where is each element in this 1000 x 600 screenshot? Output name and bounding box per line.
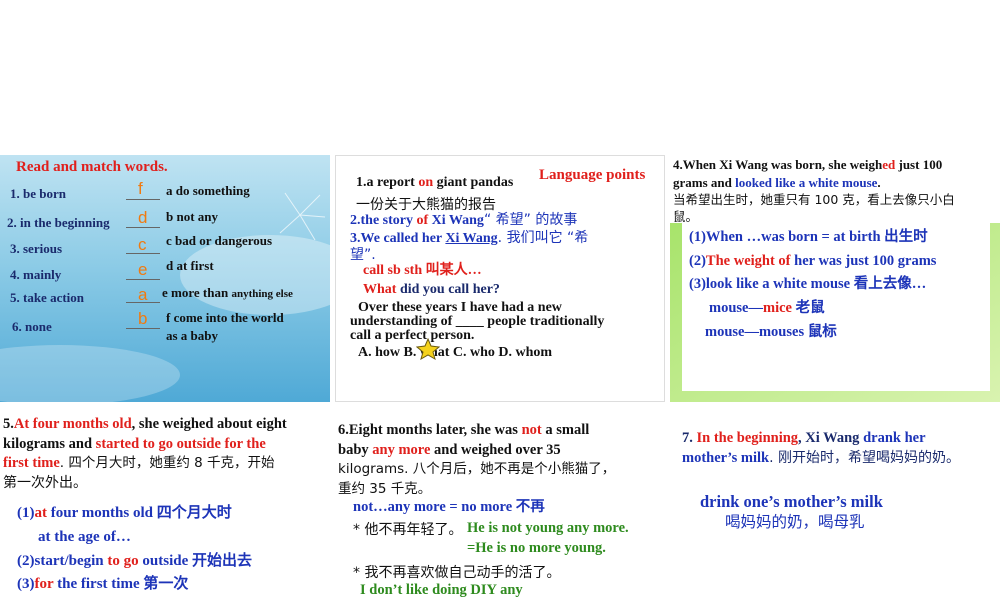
language-points-heading: Language points xyxy=(539,167,646,183)
star-icon xyxy=(416,338,440,360)
point-4-cn-1: 当希望出生时，她重只有 100 克，看上去像只小白 xyxy=(673,192,955,207)
beginning-panel: 7. In the beginning, Xi Wang drank her m… xyxy=(670,408,1000,600)
answer-diy: I don’t like doing DIY any xyxy=(360,582,523,598)
answer-blank xyxy=(126,199,160,200)
answer-blank xyxy=(126,328,160,329)
note-weight: (2)The weight of her was just 100 grams xyxy=(689,253,937,269)
exercise-line-3: call a perfect person. xyxy=(350,328,475,343)
answer-2: d xyxy=(138,208,148,227)
phrase-call: call sb sth 叫某人… xyxy=(363,263,482,278)
note-start-to-go: (2)start/begin to go outside 开始出去 xyxy=(17,553,252,569)
answer-blank xyxy=(126,227,160,228)
definition-a: a do something xyxy=(166,183,250,198)
note-four-months: (1)at four months old 四个月大时 xyxy=(17,505,232,521)
point-2: 2.the story of Xi Wang“ 希望” 的故事 xyxy=(350,212,578,228)
point-4-line-2: grams and looked like a white mouse. xyxy=(673,175,881,190)
point-4-line-1: 4.When Xi Wang was born, she weighed jus… xyxy=(673,157,943,172)
question-what: What did you call her? xyxy=(363,282,500,297)
note-no-more: not…any more = no more 不再 xyxy=(353,499,545,515)
point-1-cn: 一份关于大熊猫的报告 xyxy=(356,197,496,213)
eight-months-panel: 6.Eight months later, she was not a smal… xyxy=(335,408,665,600)
point-7-line-2: mother’s milk. 刚开始时，希望喝妈妈的奶。 xyxy=(682,450,961,466)
point-5-line-4: 第一次外出。 xyxy=(3,475,87,491)
point-3-cont: 望”. xyxy=(350,247,376,263)
answer-young-1: He is not young any more. xyxy=(467,520,629,536)
point-5-line-3: first time. 四个月大时，她重约 8 千克，开始 xyxy=(3,455,275,471)
point-1: 1.a report on giant pandas xyxy=(356,175,514,190)
point-7-line-1: 7. In the beginning, Xi Wang drank her xyxy=(682,430,926,446)
answer-1: f xyxy=(138,179,143,198)
definition-b: b not any xyxy=(166,209,219,224)
definition-f: f come into the world xyxy=(166,310,284,325)
language-points-panel: Language points 1.a report on giant pand… xyxy=(335,155,665,402)
point-6-line-4: 重约 35 千克。 xyxy=(338,481,432,497)
match-panel: Read and match words. 1. be born 2. in t… xyxy=(0,155,330,402)
note-drink-milk-cn: 喝妈妈的奶，喝母乳 xyxy=(725,513,865,531)
note-look-like: (3)look like a white mouse 看上去像… xyxy=(689,276,927,292)
answer-blank xyxy=(126,279,160,280)
note-mouses: mouse—mouses 鼠标 xyxy=(705,324,837,340)
match-term-1: 1. be born xyxy=(10,186,66,201)
note-mice: mouse—mice 老鼠 xyxy=(709,300,825,316)
note-at-birth: (1)When …was born = at birth 出生时 xyxy=(689,229,928,245)
exercise-diy: * 我不再喜欢做自己动手的活了。 xyxy=(353,565,561,581)
note-age-of: at the age of… xyxy=(38,529,131,545)
four-months-panel: 5.At four months old, she weighed about … xyxy=(0,408,330,600)
exercise-young: * 他不再年轻了。 xyxy=(353,522,463,538)
definition-e: e more than anything else xyxy=(162,285,293,300)
point-6-line-3: kilograms. 八个月后，她不再是个小熊猫了， xyxy=(338,461,616,477)
match-term-5: 5. take action xyxy=(10,290,85,305)
match-term-4: 4. mainly xyxy=(10,267,62,282)
definition-f-cont: as a baby xyxy=(166,328,219,343)
definition-c: c bad or dangerous xyxy=(166,233,273,248)
answer-3: c xyxy=(138,235,147,254)
point-3: 3.We called her Xi Wang. 我们叫它 “希 xyxy=(350,230,589,246)
match-term-6: 6. none xyxy=(12,319,52,334)
point-6-line-1: 6.Eight months later, she was not a smal… xyxy=(338,422,590,438)
match-title: Read and match words. xyxy=(16,159,168,175)
point-5-line-2: kilograms and started to go outside for … xyxy=(3,436,266,452)
match-term-2: 2. in the beginning xyxy=(7,215,110,230)
point-6-line-2: baby any more and weighed over 35 xyxy=(338,442,561,458)
answer-5: a xyxy=(138,285,148,304)
match-term-3: 3. serious xyxy=(10,241,62,256)
point-4-cn-2: 鼠。 xyxy=(673,209,699,224)
note-drink-milk: drink one’s mother’s milk xyxy=(700,492,883,511)
answer-4: e xyxy=(138,260,148,279)
point-5-line-1: 5.At four months old, she weighed about … xyxy=(3,416,287,432)
note-first-time: (3)for the first time 第一次 xyxy=(17,576,189,592)
answer-young-2: =He is no more young. xyxy=(467,540,606,556)
exercise-options: A. how B. what C. who D. whom xyxy=(358,345,553,360)
born-panel: 4.When Xi Wang was born, she weighed jus… xyxy=(670,155,1000,402)
definition-d: d at first xyxy=(166,258,214,273)
answer-6: b xyxy=(138,309,148,328)
